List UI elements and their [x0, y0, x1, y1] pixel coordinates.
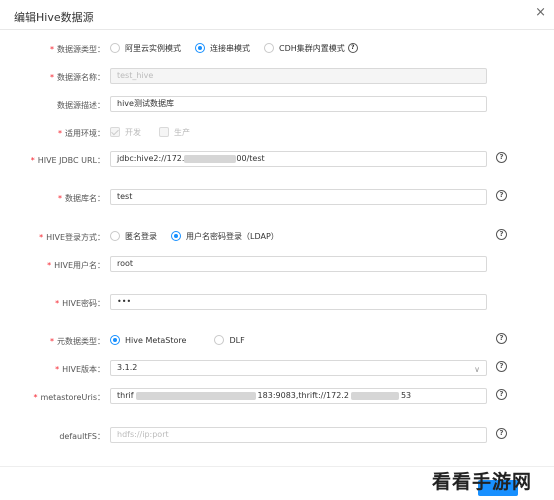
datasource-type-label: * 数据源类型：: [50, 45, 105, 54]
default-fs-label: defaultFS：: [59, 432, 105, 441]
metadata-type-label: * 元数据类型：: [50, 337, 105, 346]
radio-circle[interactable]: [214, 335, 225, 345]
checkbox-dev[interactable]: 开发: [110, 127, 141, 138]
metadata-type-radio-group: Hive MetaStore DLF: [110, 332, 259, 348]
help-icon[interactable]: ?: [496, 229, 507, 240]
checkbox-box[interactable]: [159, 127, 169, 137]
username-label: * HIVE用户名：: [47, 261, 105, 270]
help-icon[interactable]: ?: [496, 333, 507, 344]
radio-dlf[interactable]: DLF: [214, 335, 245, 345]
radio-circle[interactable]: [110, 231, 120, 241]
redacted-text: [350, 391, 399, 400]
metastore-uris-label: * metastoreUris：: [33, 393, 105, 402]
help-icon[interactable]: ?: [496, 428, 507, 439]
help-icon[interactable]: ?: [496, 389, 507, 400]
radio-circle-selected[interactable]: [171, 231, 181, 241]
radio-circle[interactable]: [264, 43, 274, 53]
environment-checkbox-group: 开发 生产: [110, 124, 208, 140]
radio-aliyun-instance[interactable]: 阿里云实例模式: [110, 43, 181, 54]
row-datasource-desc: 数据源描述： hive测试数据库: [0, 96, 554, 116]
dialog-title: 编辑Hive数据源: [14, 11, 94, 24]
radio-circle[interactable]: [110, 43, 120, 53]
radio-circle-selected[interactable]: [195, 43, 205, 53]
database-name-input[interactable]: test: [110, 189, 487, 205]
radio-connection-string[interactable]: 连接串模式: [195, 43, 250, 54]
jdbc-url-input[interactable]: jdbc:hive2://172. 00/test: [110, 151, 487, 167]
datasource-desc-label: 数据源描述：: [57, 101, 105, 110]
row-metadata-type: * 元数据类型： Hive MetaStore DLF ?: [0, 332, 554, 352]
password-label: * HIVE密码：: [55, 299, 105, 308]
datasource-name-label: * 数据源名称：: [50, 73, 105, 82]
datasource-desc-input[interactable]: hive测试数据库: [110, 96, 487, 112]
edit-datasource-dialog: 编辑Hive数据源 × * 数据源类型： 阿里云实例模式 连接串模式 CDH集群内…: [0, 0, 554, 500]
hive-version-label: * HIVE版本：: [55, 365, 105, 374]
default-fs-input[interactable]: hdfs://ip:port: [110, 427, 487, 443]
help-icon[interactable]: ?: [496, 152, 507, 163]
checkbox-box-checked[interactable]: [110, 127, 120, 137]
datasource-type-radio-group: 阿里云实例模式 连接串模式 CDH集群内置模式?: [110, 40, 372, 56]
close-icon[interactable]: ×: [535, 6, 546, 19]
watermark-text: 看看手游网: [432, 471, 533, 493]
radio-ldap[interactable]: 用户名密码登录（LDAP）: [171, 231, 279, 242]
row-datasource-type: * 数据源类型： 阿里云实例模式 连接串模式 CDH集群内置模式?: [0, 40, 554, 60]
row-datasource-name: * 数据源名称： test_hive: [0, 68, 554, 88]
login-method-radio-group: 匿名登录 用户名密码登录（LDAP）: [110, 228, 293, 244]
checkbox-prod[interactable]: 生产: [159, 127, 190, 138]
metastore-uris-input[interactable]: thrif 183:9083,thrift://172.2 53: [110, 388, 487, 404]
chevron-down-icon[interactable]: ∨: [474, 363, 480, 375]
hive-version-select[interactable]: 3.1.2 ∨: [110, 360, 487, 376]
jdbc-url-label: * HIVE JDBC URL：: [30, 156, 105, 165]
row-hive-version: * HIVE版本： 3.1.2 ∨ ?: [0, 360, 554, 380]
row-password: * HIVE密码： •••: [0, 294, 554, 314]
help-icon[interactable]: ?: [496, 361, 507, 372]
row-database-name: * 数据库名： test ?: [0, 189, 554, 209]
password-input[interactable]: •••: [110, 294, 487, 310]
row-jdbc-url: * HIVE JDBC URL： jdbc:hive2://172. 00/test…: [0, 151, 554, 171]
dialog-header: 编辑Hive数据源 ×: [0, 0, 554, 30]
database-name-label: * 数据库名：: [58, 194, 105, 203]
row-username: * HIVE用户名： root: [0, 256, 554, 276]
redacted-text: [184, 154, 237, 163]
datasource-name-input[interactable]: test_hive: [110, 68, 487, 84]
environment-label: * 适用环境：: [58, 129, 105, 138]
redacted-text: [135, 391, 256, 400]
help-icon[interactable]: ?: [347, 43, 358, 53]
row-metastore-uris: * metastoreUris： thrif 183:9083,thrift://1…: [0, 388, 554, 408]
row-login-method: * HIVE登录方式： 匿名登录 用户名密码登录（LDAP） ?: [0, 228, 554, 248]
radio-hive-metastore[interactable]: Hive MetaStore: [110, 335, 186, 345]
login-method-label: * HIVE登录方式：: [39, 233, 105, 242]
username-input[interactable]: root: [110, 256, 487, 272]
radio-cdh-cluster[interactable]: CDH集群内置模式?: [264, 43, 358, 54]
site-watermark: 看看手游网: [432, 461, 554, 500]
help-icon[interactable]: ?: [496, 190, 507, 201]
radio-anonymous[interactable]: 匿名登录: [110, 231, 157, 242]
radio-circle-selected[interactable]: [110, 335, 120, 345]
row-default-fs: defaultFS： hdfs://ip:port ?: [0, 427, 554, 447]
row-environment: * 适用环境： 开发 生产: [0, 124, 554, 144]
